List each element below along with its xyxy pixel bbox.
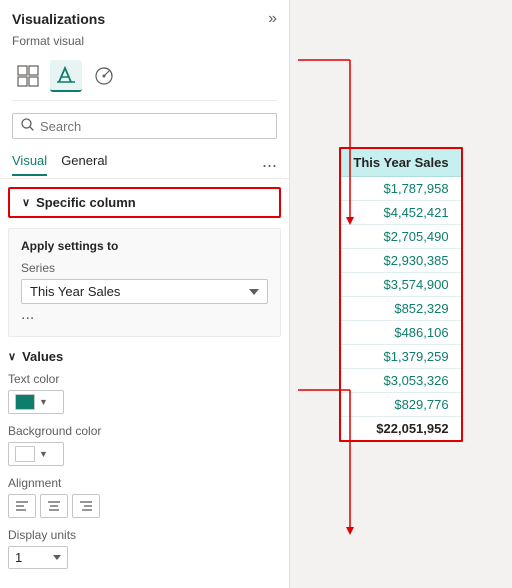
collapse-icon[interactable]: » <box>268 10 277 28</box>
table-row: $486,106 <box>341 321 460 345</box>
text-color-row: Text color ▼ <box>8 372 281 414</box>
table-row: $829,776 <box>341 393 460 417</box>
tabs-row: Visual General ... <box>0 147 289 179</box>
bg-color-button[interactable]: ▼ <box>8 442 64 466</box>
table-row: $3,053,326 <box>341 369 460 393</box>
values-section: ∨ Values Text color ▼ Background color ▼… <box>0 349 289 579</box>
format-icon-button[interactable] <box>50 60 82 92</box>
ellipsis-more[interactable]: ... <box>21 304 268 326</box>
align-center-button[interactable] <box>40 494 68 518</box>
align-left-button[interactable] <box>8 494 36 518</box>
table-header: This Year Sales <box>341 149 460 177</box>
specific-column-label: Specific column <box>36 195 136 210</box>
align-right-button[interactable] <box>72 494 100 518</box>
visualization-type-icons <box>0 56 289 100</box>
bg-color-row: Background color ▼ <box>8 424 281 466</box>
visualizations-panel: Visualizations » Format visual <box>0 0 290 588</box>
table-row: $2,705,490 <box>341 225 460 249</box>
alignment-buttons <box>8 494 281 518</box>
right-panel: This Year Sales $1,787,958 $4,452,421 $2… <box>290 0 512 588</box>
display-units-label: Display units <box>8 528 281 542</box>
text-color-button[interactable]: ▼ <box>8 390 64 414</box>
table-row: $2,930,385 <box>341 249 460 273</box>
chevron-down-icon: ∨ <box>22 196 30 209</box>
text-color-chevron-icon: ▼ <box>39 397 48 407</box>
bg-color-swatch <box>15 446 35 462</box>
search-input[interactable] <box>40 119 268 134</box>
specific-column-section[interactable]: ∨ Specific column <box>8 187 281 218</box>
data-table: This Year Sales $1,787,958 $4,452,421 $2… <box>339 147 462 442</box>
values-label: Values <box>22 349 63 364</box>
grid-icon-button[interactable] <box>12 60 44 92</box>
panel-header: Visualizations » <box>0 0 289 32</box>
format-visual-label: Format visual <box>0 32 289 56</box>
tab-general[interactable]: General <box>61 153 107 176</box>
alignment-row-container: Alignment <box>8 476 281 518</box>
alignment-label: Alignment <box>8 476 281 490</box>
display-units-row: Display units 1 Auto Thousands Millions … <box>8 528 281 569</box>
values-chevron-icon: ∨ <box>8 350 16 363</box>
panel-title: Visualizations <box>12 11 105 27</box>
search-bar[interactable] <box>12 113 277 139</box>
bg-color-label: Background color <box>8 424 281 438</box>
display-units-dropdown[interactable]: 1 Auto Thousands Millions Billions <box>8 546 68 569</box>
analytics-icon-button[interactable] <box>88 60 120 92</box>
table-row: $852,329 <box>341 297 460 321</box>
values-header[interactable]: ∨ Values <box>8 349 281 364</box>
series-label: Series <box>21 261 268 275</box>
table-row: $1,787,958 <box>341 177 460 201</box>
apply-settings-title: Apply settings to <box>21 239 268 253</box>
table-row: $3,574,900 <box>341 273 460 297</box>
tab-visual[interactable]: Visual <box>12 153 47 176</box>
series-dropdown[interactable]: This Year Sales Last Year Sales Total Sa… <box>21 279 268 304</box>
table-total-row: $22,051,952 <box>341 417 460 440</box>
apply-settings-box: Apply settings to Series This Year Sales… <box>8 228 281 337</box>
search-icon <box>21 118 34 134</box>
text-color-label: Text color <box>8 372 281 386</box>
tabs-left: Visual General <box>12 153 107 176</box>
table-row: $1,379,259 <box>341 345 460 369</box>
text-color-swatch <box>15 394 35 410</box>
tab-more-icon[interactable]: ... <box>262 151 277 178</box>
divider <box>12 100 277 101</box>
bg-color-chevron-icon: ▼ <box>39 449 48 459</box>
table-row: $4,452,421 <box>341 201 460 225</box>
